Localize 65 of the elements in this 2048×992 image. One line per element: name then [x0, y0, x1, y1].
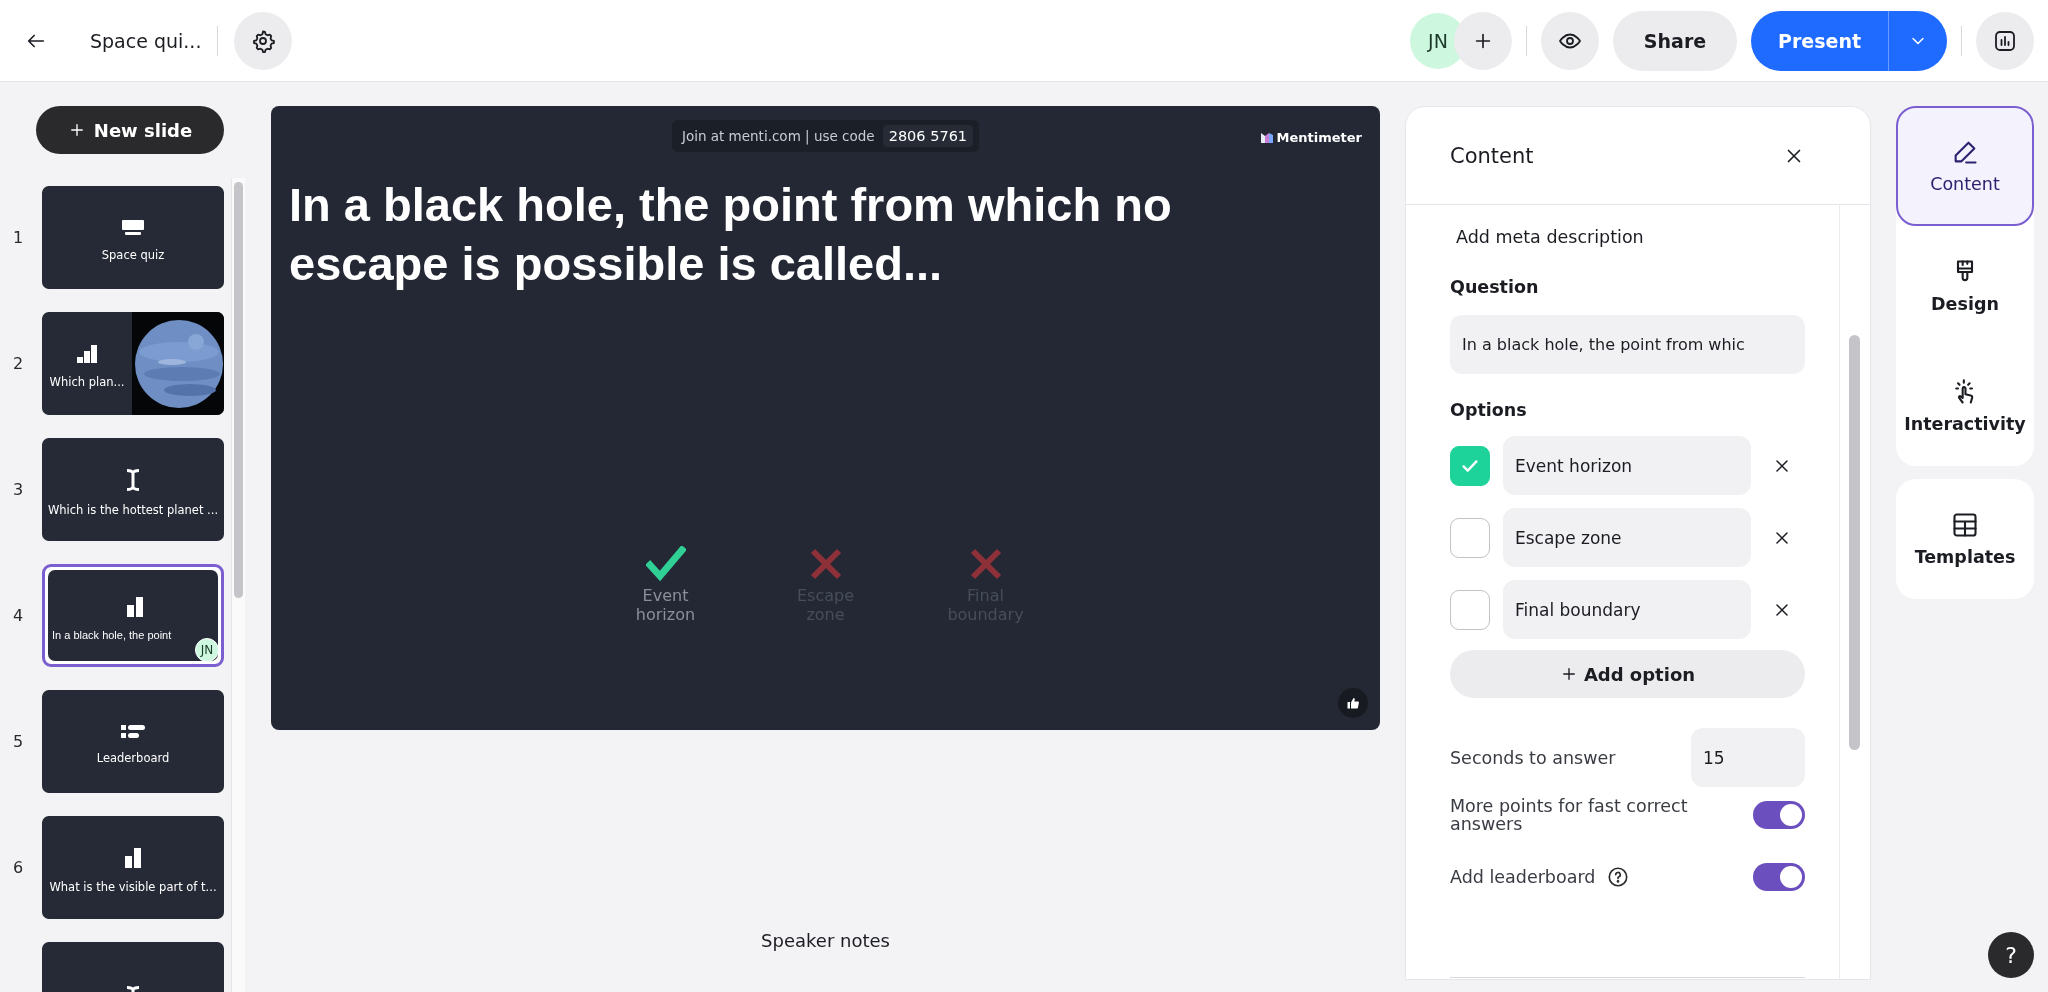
slide-number: 3 [12, 480, 25, 499]
slide-thumbnail[interactable]: What is the visible part of t... [42, 816, 224, 919]
add-option-button[interactable]: Add option [1450, 650, 1805, 698]
brand-name: Mentimeter [1276, 130, 1362, 145]
slide-title: What is the visible part of t... [49, 879, 217, 894]
panel-title: Content [1450, 143, 1534, 168]
speaker-notes[interactable]: Speaker notes [761, 930, 890, 951]
join-code: 2806 5761 [882, 125, 974, 147]
setting-label: Add leaderboard [1450, 867, 1596, 887]
toggle-switch[interactable] [1753, 863, 1805, 891]
bar-chart-icon [1993, 28, 2017, 53]
slide-title: Leaderboard [96, 750, 170, 765]
seconds-field[interactable]: 15 [1691, 728, 1805, 787]
slide-title: In a black hole, the point [52, 628, 172, 641]
sidebar-tab[interactable]: Templates [1896, 479, 2034, 599]
slide-thumbnail[interactable]: Leaderboard [42, 690, 224, 793]
table-icon [1951, 511, 1979, 539]
scrollbar-thumb[interactable] [1849, 335, 1860, 750]
sidebar-tab[interactable]: Design [1896, 226, 2034, 346]
option-field[interactable]: Event horizon [1503, 436, 1751, 495]
setting-label: More points for fast correct answers [1450, 796, 1689, 834]
leaderboard-icon [121, 724, 145, 739]
share-button[interactable]: Share [1613, 10, 1737, 71]
slide-number: 5 [12, 732, 25, 751]
new-slide-button[interactable]: New slide [36, 106, 224, 154]
presentation-icon [122, 219, 144, 236]
slide-title: Space quiz [101, 247, 165, 262]
correct-answer-checkbox[interactable] [1450, 589, 1490, 630]
sidebar-tab[interactable]: Interactivity [1896, 346, 2034, 466]
correct-answer-checkbox[interactable] [1450, 517, 1490, 558]
slide-thumbnail[interactable]: Which is the hottest planet ... [42, 438, 224, 541]
slide-thumbnail[interactable]: Space quiz [42, 186, 224, 289]
present-button[interactable]: Present [1751, 10, 1889, 71]
slide-number: 1 [12, 228, 25, 247]
thumbs-up-icon [1347, 697, 1359, 709]
correct-answer-checkbox[interactable] [1450, 445, 1490, 486]
sidebar-tab[interactable]: Content [1896, 106, 2034, 226]
section-label: Options [1450, 400, 1528, 420]
text-cursor-icon [126, 468, 140, 491]
slide-thumbnail[interactable]: Which plan... [42, 312, 224, 415]
slide-title: Which plan... [49, 374, 125, 389]
ranking-bars-icon [77, 344, 97, 363]
logo-icon [1260, 132, 1273, 143]
option-field[interactable]: Final boundary [1503, 580, 1751, 639]
slide-title: Which is the hottest planet ... [47, 502, 219, 517]
slide-number: 2 [12, 354, 25, 373]
reaction-button[interactable] [1338, 688, 1368, 718]
join-instructions: Join at menti.com | use code [681, 128, 875, 144]
help-button[interactable]: ? [1988, 932, 2034, 978]
toggle-switch[interactable] [1753, 801, 1805, 829]
slide-thumbnail[interactable]: In a black hole, the point JN [42, 564, 224, 667]
bar-chart-icon [127, 596, 143, 617]
scrollbar-thumb[interactable] [234, 182, 243, 598]
bar-chart-icon [125, 847, 141, 868]
setting-label: Seconds to answer [1450, 747, 1616, 768]
question-field[interactable]: In a black hole, the point from whic [1450, 315, 1805, 374]
slide-number: 6 [12, 858, 25, 877]
option-field[interactable]: Escape zone [1503, 508, 1751, 567]
presentation-title[interactable]: Space qui... [90, 29, 202, 52]
option-label: Event horizon [634, 585, 697, 624]
slide-number: 4 [12, 606, 25, 625]
question-heading: In a black hole, the point from which no escape is possible is called... [289, 177, 1173, 292]
section-label: Question [1450, 277, 1540, 297]
settings-icon [251, 28, 276, 53]
add-meta-description-button[interactable]: Add meta description [1450, 223, 1805, 251]
